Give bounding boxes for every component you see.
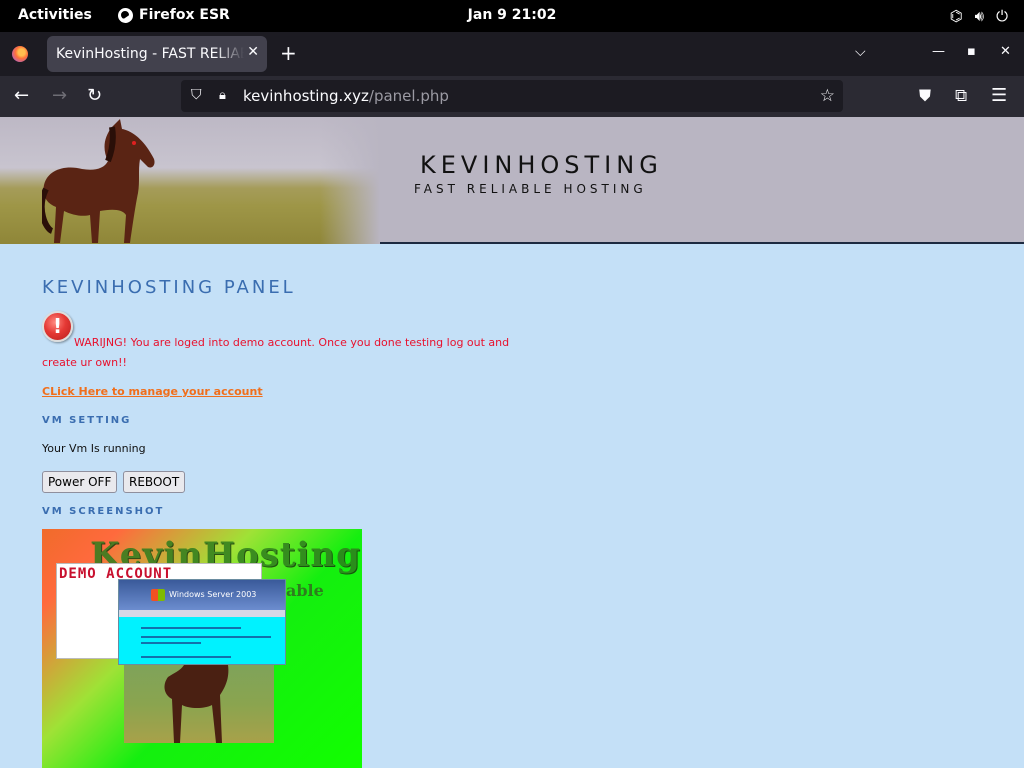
windows-brand: Windows Server 2003 — [169, 590, 257, 599]
horse-silhouette — [164, 665, 229, 743]
address-bar[interactable]: ⛉ 🔒︎ kevinhosting.xyz/panel.php ☆ — [181, 80, 843, 112]
windows-logo-icon — [151, 589, 165, 601]
dialog-text-line — [141, 636, 271, 638]
app-name: Firefox ESR — [139, 7, 230, 23]
bookmark-star-icon[interactable]: ☆ — [820, 86, 835, 106]
network-icon[interactable]: ⌬ — [950, 6, 963, 26]
warning-icon: ! — [42, 311, 73, 342]
chevron-down-icon[interactable]: ⌵ — [855, 44, 866, 60]
close-tab-icon[interactable]: ✕ — [247, 44, 259, 60]
dialog-text-line — [141, 642, 201, 644]
dialog-text-line — [141, 656, 231, 658]
clock[interactable]: Jan 9 21:02 — [468, 7, 557, 23]
firefox-view-icon[interactable] — [12, 46, 28, 62]
windows-dialog-bar — [119, 610, 285, 617]
tracking-shield-icon[interactable]: ⛉ — [191, 87, 202, 103]
tab-strip: KevinHosting - FAST RELIABLE HOSTING ✕ +… — [0, 32, 1024, 76]
power-icon[interactable]: ⏻ — [996, 6, 1008, 26]
system-tray[interactable]: ⌬ 🔊︎ ⏻ — [950, 6, 1008, 26]
web-page: KEVINHOSTING FAST RELIABLE HOSTING KEVIN… — [0, 117, 1024, 768]
horse-image — [42, 119, 155, 243]
tab-title: KevinHosting - FAST RELIABLE HOSTING — [56, 46, 244, 62]
app-menu[interactable]: Firefox ESR — [118, 7, 230, 23]
banner-image — [0, 117, 380, 244]
warning-message: WARIJNG! You are loged into demo account… — [42, 336, 510, 369]
system-top-bar: Activities Firefox ESR Jan 9 21:02 ⌬ 🔊︎ … — [0, 0, 1024, 32]
panel-title: KEVINHOSTING PANEL — [42, 277, 296, 298]
screenshot-logo-sub: able — [286, 581, 324, 600]
screenshot-horse-image — [124, 665, 274, 743]
navigation-toolbar: ← → ↻ ⛉ 🔒︎ kevinhosting.xyz/panel.php ☆ … — [0, 76, 1024, 117]
manage-account-link[interactable]: CLick Here to manage your account — [42, 385, 263, 398]
vm-setting-heading: VM SETTING — [42, 415, 132, 426]
reload-icon[interactable]: ↻ — [87, 85, 102, 107]
site-header: KEVINHOSTING FAST RELIABLE HOSTING — [0, 117, 1024, 244]
activities-button[interactable]: Activities — [18, 7, 92, 23]
lock-icon[interactable]: 🔒︎ — [219, 88, 226, 103]
extensions-icon[interactable]: ⧉ — [955, 85, 967, 107]
menu-icon[interactable]: ☰ — [991, 85, 1007, 107]
new-tab-button[interactable]: + — [280, 42, 297, 64]
minimize-icon[interactable]: — — [932, 44, 945, 59]
firefox-icon — [118, 7, 133, 23]
windows-lock-dialog: Windows Server 2003 — [118, 579, 286, 665]
vm-status: Your Vm Is running — [42, 442, 146, 455]
site-tagline: FAST RELIABLE HOSTING — [414, 182, 647, 196]
forward-icon[interactable]: → — [52, 85, 67, 107]
site-title: KEVINHOSTING — [420, 151, 663, 179]
vm-screenshot-heading: VM SCREENSHOT — [42, 506, 165, 517]
back-icon[interactable]: ← — [14, 85, 29, 107]
browser-tab[interactable]: KevinHosting - FAST RELIABLE HOSTING ✕ — [47, 36, 267, 72]
maximize-icon[interactable]: ▪ — [967, 44, 976, 59]
vm-screenshot-image: KevinHosting able DEMO ACCOUNT Windows S… — [42, 529, 362, 768]
pocket-icon[interactable]: ⛊ — [919, 85, 931, 107]
volume-icon[interactable]: 🔊︎ — [975, 6, 984, 26]
reboot-button[interactable]: REBOOT — [123, 471, 186, 493]
windows-dialog-header: Windows Server 2003 — [119, 580, 285, 610]
url-text[interactable]: kevinhosting.xyz/panel.php — [243, 87, 449, 105]
power-off-button[interactable]: Power OFF — [42, 471, 118, 493]
close-window-icon[interactable]: ✕ — [1000, 44, 1011, 59]
dialog-text-line — [141, 627, 241, 629]
